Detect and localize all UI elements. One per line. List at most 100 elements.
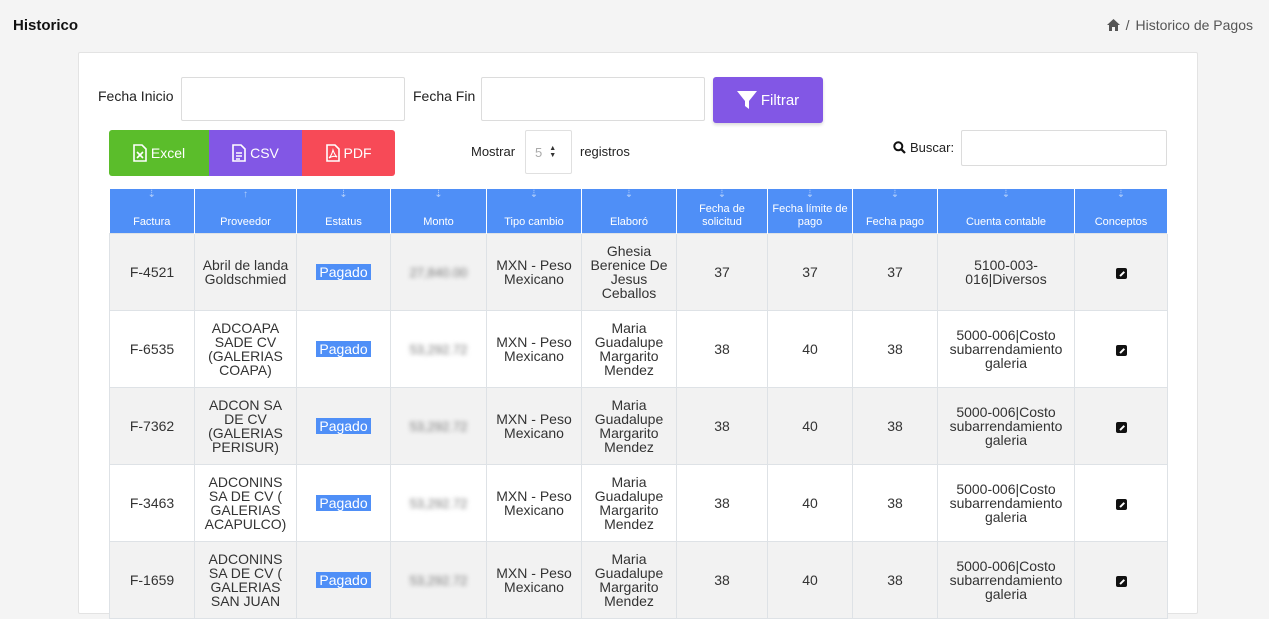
elaboro-cell: Maria Guadalupe Margarito Mendez [581,310,677,388]
tipo-cambio-cell: MXN - Peso Mexicano [486,233,582,311]
sort-icon: ⇣ [339,189,348,200]
estatus-cell: Pagado [296,233,391,311]
estatus-cell: Pagado [296,310,391,388]
column-header[interactable]: ⇣ Conceptos [1074,189,1168,234]
edit-icon[interactable] [1115,267,1127,279]
factura-cell: F-6535 [109,310,195,388]
elaboro-cell: Maria Guadalupe Margarito Mendez [581,464,677,542]
proveedor-cell: ADCON SA DE CV (GALERIAS PERISUR) [194,387,297,465]
fecha-fin-label: Fecha Fin [413,88,476,104]
monto-cell: 53,292.72 [390,541,487,619]
cuenta-contable-cell: 5000-006|Costo subarrendamiento galeria [937,541,1075,619]
sort-icon: ⇣ [890,189,900,200]
search-input[interactable] [961,130,1167,166]
factura-cell: F-1659 [109,541,195,619]
pdf-button[interactable]: PDF [302,130,395,176]
fecha-fin-input[interactable] [481,77,705,121]
filtrar-label: Filtrar [760,91,800,109]
edit-icon[interactable] [1115,498,1127,510]
column-header[interactable]: ⇣ Fecha límite de pago [767,189,853,234]
column-header[interactable]: ⇣ Fecha de solicitud [676,189,768,234]
table-row: F-4521 Abril de landa Goldschmied Pagado… [109,233,1168,311]
fecha-solicitud-cell: 38 [676,541,768,619]
pagos-table: ⇣ Factura ↑ Proveedor ⇣ Estatus ⇣ Monto ⇣ Tip… [109,189,1168,619]
fecha-pago-cell: 38 [852,541,938,619]
elaboro-cell: Maria Guadalupe Margarito Mendez [581,387,677,465]
csv-label: CSV [250,145,279,161]
tipo-cambio-cell: MXN - Peso Mexicano [486,464,582,542]
monto-cell: 27,840.00 [390,233,487,311]
edit-icon[interactable] [1115,344,1127,356]
cuenta-contable-cell: 5100-003-016|Diversos [937,233,1075,311]
fecha-inicio-label: Fecha Inicio [98,88,174,104]
monto-value: 53,292.72 [409,572,468,588]
pdf-label: PDF [343,145,372,161]
elaboro-cell: Ghesia Berenice De Jesus Ceballos [581,233,677,311]
excel-button[interactable]: Excel [109,130,209,176]
sort-icon: ⇣ [1001,189,1011,200]
sort-arrows-icon: ▲ ▼ [549,145,557,159]
column-header[interactable]: ⇣ Elaboró [581,189,677,234]
edit-icon[interactable] [1115,421,1127,433]
column-header[interactable]: ↑ Proveedor [194,189,297,234]
fecha-pago-cell: 38 [852,387,938,465]
fecha-solicitud-cell: 38 [676,464,768,542]
sort-icon: ⇣ [1116,189,1126,200]
fecha-solicitud-cell: 38 [676,387,768,465]
column-header[interactable]: ⇣ Factura [109,189,195,234]
filter-icon [736,91,757,109]
filtrar-button[interactable]: Filtrar [713,77,823,123]
table-row: F-3463 ADCONINS SA DE CV ( GALERIAS ACAP… [109,464,1168,542]
breadcrumb: / Historico de Pagos [1106,17,1253,33]
fecha-pago-cell: 38 [852,310,938,388]
breadcrumb-current: Historico de Pagos [1135,17,1253,33]
sort-icon: ⇣ [717,189,727,200]
excel-label: Excel [150,145,186,161]
column-header[interactable]: ⇣ Monto [390,189,487,234]
tipo-cambio-cell: MXN - Peso Mexicano [486,310,582,388]
cuenta-contable-cell: 5000-006|Costo subarrendamiento galeria [937,464,1075,542]
historico-card: Fecha Inicio Fecha Fin Filtrar Excel CSV… [78,52,1198,619]
sort-icon: ⇣ [147,189,156,200]
column-header[interactable]: ⇣ Fecha pago [852,189,938,234]
proveedor-cell: ADCOAPA SADE CV (GALERIAS COAPA) [194,310,297,388]
sort-icon: ⇣ [624,189,634,200]
home-icon[interactable] [1106,19,1120,31]
fecha-inicio-input[interactable] [181,77,405,121]
table-row: F-7362 ADCON SA DE CV (GALERIAS PERISUR)… [109,387,1168,465]
status-badge: Pagado [316,418,371,434]
file-text-icon [232,144,246,162]
sort-icon: ⇣ [805,189,815,200]
fecha-limite-cell: 37 [767,233,853,311]
conceptos-cell [1074,233,1168,311]
fecha-limite-cell: 40 [767,310,853,388]
factura-cell: F-3463 [109,464,195,542]
conceptos-cell [1074,541,1168,619]
table-header-row: ⇣ Factura ↑ Proveedor ⇣ Estatus ⇣ Monto ⇣ Tip… [109,189,1168,234]
estatus-cell: Pagado [296,464,391,542]
page-length-select[interactable]: 5 ▲ ▼ [525,130,572,174]
sort-icon: ⇣ [434,189,443,200]
mostrar-label: Mostrar [471,144,516,159]
page-title: Historico [13,17,79,34]
cuenta-contable-cell: 5000-006|Costo subarrendamiento galeria [937,310,1075,388]
fecha-solicitud-cell: 38 [676,310,768,388]
conceptos-cell [1074,387,1168,465]
tipo-cambio-cell: MXN - Peso Mexicano [486,541,582,619]
status-badge: Pagado [316,495,371,511]
column-header[interactable]: ⇣ Estatus [296,189,391,234]
sort-icon: ↑ [243,189,248,200]
estatus-cell: Pagado [296,541,391,619]
file-pdf-icon [325,144,340,162]
fecha-pago-cell: 37 [852,233,938,311]
fecha-limite-cell: 40 [767,387,853,465]
column-header[interactable]: ⇣ Tipo cambio [486,189,582,234]
conceptos-cell [1074,310,1168,388]
column-header[interactable]: ⇣ Cuenta contable [937,189,1075,234]
monto-value: 53,292.72 [409,341,468,357]
buscar-label: Buscar: [910,140,955,155]
status-badge: Pagado [316,264,371,280]
edit-icon[interactable] [1115,575,1127,587]
csv-button[interactable]: CSV [209,130,302,176]
sort-icon: ⇣ [529,189,539,200]
